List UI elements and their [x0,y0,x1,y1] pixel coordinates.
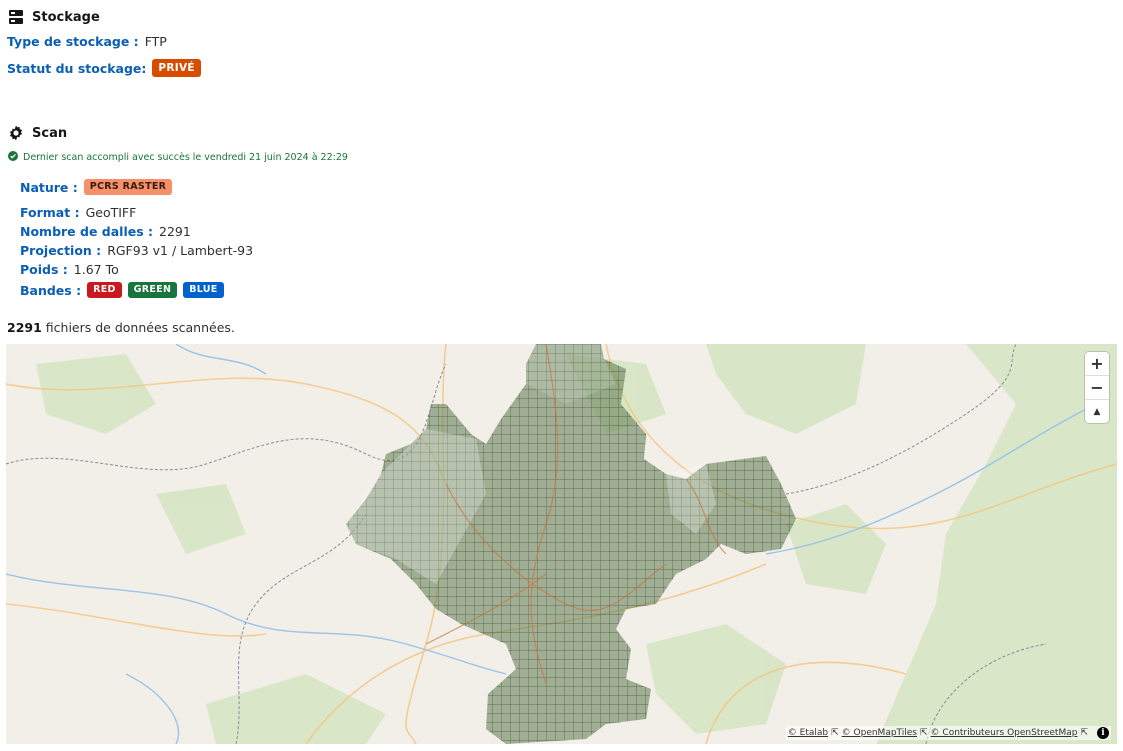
weight-value: 1.67 To [73,262,119,277]
storage-type-value: FTP [144,34,167,49]
format-row: Format : GeoTIFF [20,205,136,220]
zoom-out-button[interactable]: − [1085,376,1109,400]
band-badge-blue: BLUE [183,282,224,298]
scan-status-text: Dernier scan accompli avec succès le ven… [23,152,348,163]
storage-status-badge: PRIVÉ [152,59,201,77]
check-circle-icon [8,151,18,164]
map-attribution: © Etalab ⇱ © OpenMapTiles ⇱ © Contribute… [785,726,1111,740]
storage-section-header: Stockage [8,9,100,25]
tiles-label: Nombre de dalles : [20,224,154,239]
projection-label: Projection : [20,243,102,258]
format-label: Format : [20,205,80,220]
nature-row: Nature : PCRS RASTER [20,179,173,195]
projection-row: Projection : RGF93 v1 / Lambert-93 [20,243,253,258]
storage-title: Stockage [32,9,100,25]
map-controls: + − ▲ [1085,352,1109,423]
storage-status-label: Statut du stockage: [7,60,147,76]
bands-label: Bandes : [20,282,82,298]
format-value: GeoTIFF [85,205,137,220]
external-link-icon: ⇱ [920,728,928,738]
scan-summary: 2291 fichiers de données scannées. [7,320,235,335]
attribution-osm-link[interactable]: © Contributeurs OpenStreetMap [931,728,1078,738]
band-badge-red: RED [87,282,122,298]
external-link-icon: ⇱ [1080,728,1088,738]
scan-title: Scan [32,125,68,141]
storage-type-label: Type de stockage : [7,34,139,49]
files-count: 2291 [7,320,42,335]
storage-status-row: Statut du stockage: PRIVÉ [7,59,201,77]
nature-label: Nature : [20,179,78,195]
tiles-row: Nombre de dalles : 2291 [20,224,191,239]
storage-type-row: Type de stockage : FTP [7,34,167,49]
server-icon [8,9,24,25]
files-count-text: fichiers de données scannées. [41,320,235,335]
weight-label: Poids : [20,262,68,277]
scan-section-header: Scan [8,125,67,141]
band-badge-green: GREEN [127,282,178,298]
attribution-openmaptiles-link[interactable]: © OpenMapTiles [842,728,917,738]
weight-row: Poids : 1.67 To [20,262,119,277]
map-basemap [6,344,1117,744]
tiles-value: 2291 [159,224,191,239]
projection-value: RGF93 v1 / Lambert-93 [107,243,254,258]
nature-badge: PCRS RASTER [83,179,173,195]
info-icon[interactable]: i [1097,727,1109,739]
scan-status: Dernier scan accompli avec succès le ven… [8,151,348,164]
reset-north-button[interactable]: ▲ [1085,400,1109,423]
attribution-etalab-link[interactable]: © Etalab [788,728,828,738]
compass-icon: ▲ [1093,406,1101,417]
coverage-map[interactable]: + − ▲ © Etalab ⇱ © OpenMapTiles ⇱ © Cont… [6,344,1117,744]
bands-row: Bandes : RED GREEN BLUE [20,282,224,298]
gear-icon [8,125,24,141]
zoom-in-button[interactable]: + [1085,352,1109,376]
external-link-icon: ⇱ [831,728,839,738]
